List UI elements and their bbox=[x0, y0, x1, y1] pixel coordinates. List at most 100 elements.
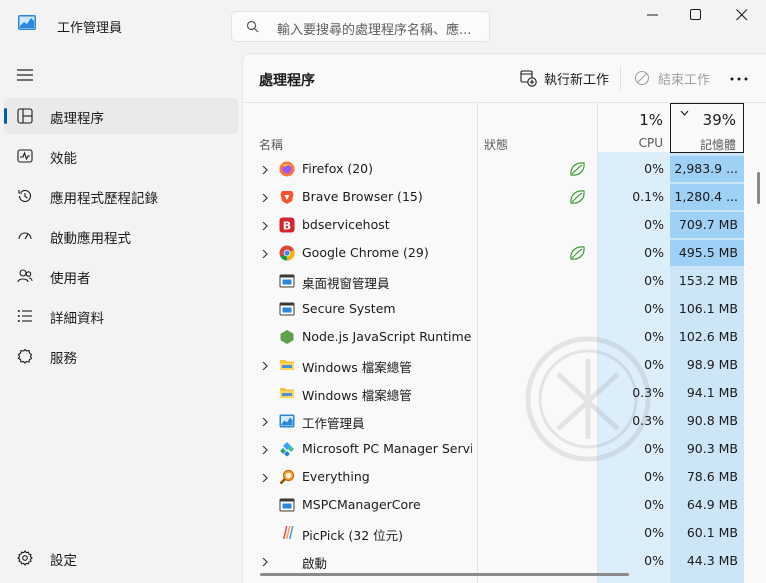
bitdefender-icon: B bbox=[279, 217, 295, 233]
expand-chevron-icon[interactable] bbox=[262, 361, 268, 371]
brave-icon bbox=[279, 189, 295, 205]
system-window-icon bbox=[279, 497, 295, 513]
end-task-button[interactable]: 結束工作 bbox=[634, 66, 710, 90]
process-cpu: 0% bbox=[644, 497, 664, 512]
sidebar-item-performance[interactable]: 效能 bbox=[4, 138, 238, 174]
process-row[interactable]: Windows 檔案總管 0.3% 94.1 MB bbox=[243, 379, 744, 407]
process-memory: 106.1 MB bbox=[678, 301, 738, 316]
expand-button[interactable] bbox=[262, 360, 268, 375]
process-name: 啟動 bbox=[302, 556, 328, 571]
sidebar-item-processes[interactable]: 處理程序 bbox=[4, 98, 238, 134]
expand-button[interactable] bbox=[262, 444, 268, 459]
process-row[interactable]: PicPick (32 位元) 0% 60.1 MB bbox=[243, 519, 744, 547]
sidebar-item-details[interactable]: 詳細資料 bbox=[4, 298, 238, 334]
sidebar-item-users[interactable]: 使用者 bbox=[4, 258, 238, 294]
process-cpu: 0.1% bbox=[632, 189, 664, 204]
process-row[interactable]: Bbdservicehost 0% 709.7 MB bbox=[243, 211, 744, 239]
efficiency-mode-status bbox=[569, 189, 586, 205]
hamburger-menu-icon[interactable] bbox=[17, 69, 33, 81]
expand-button[interactable] bbox=[262, 220, 268, 235]
chrome-icon bbox=[279, 245, 295, 261]
process-memory: 495.5 MB bbox=[678, 245, 738, 260]
process-cpu: 0% bbox=[644, 161, 664, 176]
run-new-task-button[interactable]: 執行新工作 bbox=[520, 66, 610, 90]
firefox-icon bbox=[279, 161, 295, 177]
close-button[interactable] bbox=[719, 0, 765, 32]
services-icon bbox=[17, 348, 33, 364]
sidebar-item-label: 使用者 bbox=[50, 271, 91, 287]
vertical-scrollbar[interactable] bbox=[757, 172, 760, 204]
maximize-button[interactable] bbox=[673, 0, 719, 32]
column-header-cpu[interactable]: CPU bbox=[597, 136, 663, 150]
expand-chevron-icon[interactable] bbox=[262, 221, 268, 231]
process-name: Windows 檔案總管 bbox=[302, 388, 412, 403]
column-header-name[interactable]: 名稱 bbox=[259, 136, 283, 153]
expand-button[interactable] bbox=[262, 472, 268, 487]
search-placeholder: 輸入要搜尋的處理程序名稱、應... bbox=[277, 23, 472, 38]
settings-gear-icon bbox=[17, 550, 33, 566]
expand-chevron-icon[interactable] bbox=[262, 249, 268, 259]
memory-total-percent: 39% bbox=[702, 111, 736, 129]
process-memory: 102.6 MB bbox=[678, 329, 738, 344]
minimize-button[interactable] bbox=[630, 0, 676, 32]
expand-button[interactable] bbox=[262, 416, 268, 431]
expand-button[interactable] bbox=[262, 556, 268, 571]
expand-chevron-icon[interactable] bbox=[262, 557, 268, 567]
process-row[interactable]: Secure System 0% 106.1 MB bbox=[243, 295, 744, 323]
efficiency-mode-status bbox=[569, 245, 586, 261]
expand-chevron-icon[interactable] bbox=[262, 193, 268, 203]
process-row[interactable]: Microsoft PC Manager Servi... 0% 90.3 MB bbox=[243, 435, 744, 463]
search-box[interactable]: 輸入要搜尋的處理程序名稱、應... bbox=[231, 11, 490, 42]
more-options-button[interactable] bbox=[727, 68, 751, 88]
task-manager-app-icon bbox=[18, 15, 36, 30]
svg-text:B: B bbox=[283, 220, 291, 233]
process-row[interactable]: Everything 0% 78.6 MB bbox=[243, 463, 744, 491]
processes-panel: 處理程序 執行新工作 結束工作 名稱 狀態 1% CPU 39% 記憶體 Fir… bbox=[242, 53, 766, 583]
process-row[interactable]: Node.js JavaScript Runtime ... 0% 102.6 MB bbox=[243, 323, 744, 351]
process-cpu: 0% bbox=[644, 301, 664, 316]
process-row[interactable]: MSPCManagerCore 0% 64.9 MB bbox=[243, 491, 744, 519]
sidebar-item-settings[interactable]: 設定 bbox=[4, 540, 238, 576]
process-row[interactable]: Windows 檔案總管 0% 98.9 MB bbox=[243, 351, 744, 379]
sidebar-item-startup-apps[interactable]: 啟動應用程式 bbox=[4, 218, 238, 254]
column-header-status[interactable]: 狀態 bbox=[484, 136, 508, 153]
sidebar-item-label: 應用程式歷程記錄 bbox=[50, 191, 158, 207]
expand-chevron-icon[interactable] bbox=[262, 417, 268, 427]
pc-manager-icon bbox=[279, 441, 295, 457]
sidebar-item-label: 服務 bbox=[50, 351, 77, 367]
process-row[interactable]: Firefox (20) 0% 2,983.9 ... bbox=[243, 155, 744, 183]
process-row[interactable]: 啟動 0% 44.3 MB bbox=[243, 547, 744, 575]
sidebar-item-app-history[interactable]: 應用程式歷程記錄 bbox=[4, 178, 238, 214]
expand-button[interactable] bbox=[262, 248, 268, 263]
end-task-icon bbox=[634, 70, 650, 86]
expand-button[interactable] bbox=[262, 192, 268, 207]
page-title: 處理程序 bbox=[259, 73, 315, 89]
maximize-icon bbox=[690, 9, 701, 20]
end-task-label: 結束工作 bbox=[658, 73, 711, 88]
process-cpu: 0% bbox=[644, 469, 664, 484]
process-cpu: 0% bbox=[644, 273, 664, 288]
watermark-seal bbox=[525, 336, 651, 462]
expand-button[interactable] bbox=[262, 164, 268, 179]
sidebar-item-label: 效能 bbox=[50, 151, 77, 167]
process-name: Secure System bbox=[302, 301, 396, 316]
sidebar-item-services[interactable]: 服務 bbox=[4, 338, 238, 374]
expand-chevron-icon[interactable] bbox=[262, 473, 268, 483]
process-row[interactable]: Google Chrome (29) 0% 495.5 MB bbox=[243, 239, 744, 267]
process-row[interactable]: 工作管理員 0.3% 90.8 MB bbox=[243, 407, 744, 435]
memory-column-label: 記憶體 bbox=[699, 138, 736, 152]
history-icon bbox=[18, 189, 32, 202]
process-cpu: 0% bbox=[644, 245, 664, 260]
process-row[interactable]: 桌面視窗管理員 0% 153.2 MB bbox=[243, 267, 744, 295]
process-name: Firefox (20) bbox=[302, 161, 374, 176]
sidebar-item-label: 詳細資料 bbox=[50, 311, 104, 327]
expand-chevron-icon[interactable] bbox=[262, 445, 268, 455]
column-header-memory[interactable]: 39% 記憶體 bbox=[670, 103, 744, 153]
process-row[interactable]: Brave Browser (15) 0.1% 1,280.4 ... bbox=[243, 183, 744, 211]
horizontal-scrollbar[interactable] bbox=[260, 573, 629, 576]
process-name: PicPick (32 位元) bbox=[302, 528, 404, 543]
process-name: Brave Browser (15) bbox=[302, 189, 423, 204]
expand-chevron-icon[interactable] bbox=[262, 165, 268, 175]
processes-icon bbox=[17, 108, 33, 124]
picpick-icon bbox=[279, 525, 295, 541]
